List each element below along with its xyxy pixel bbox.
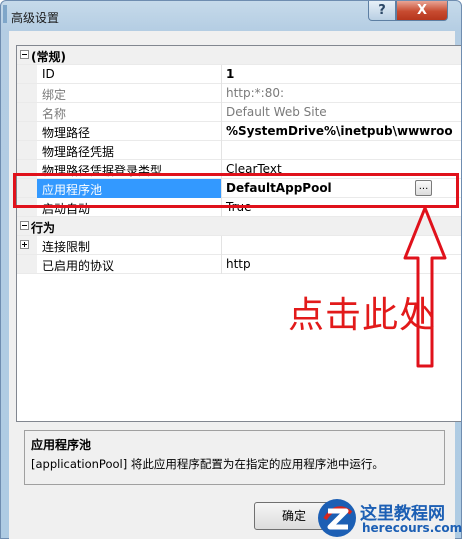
expand-icon[interactable] xyxy=(20,240,29,249)
category-label: (常规) xyxy=(31,50,66,64)
watermark-url: herecours.com xyxy=(362,521,462,535)
property-name: 连接限制 xyxy=(42,240,91,254)
property-value[interactable]: 1 xyxy=(226,67,234,81)
property-name: 绑定 xyxy=(42,88,67,102)
property-value[interactable]: %SystemDrive%\inetpub\wwwroo xyxy=(226,124,453,138)
property-row-name[interactable]: 名称 Default Web Site xyxy=(17,103,461,122)
description-pane: 应用程序池 [applicationPool] 将此应用程序配置为在指定的应用程… xyxy=(24,430,445,485)
property-name: 物理路径 xyxy=(42,126,91,140)
property-name: 名称 xyxy=(42,107,67,121)
category-behavior[interactable]: 行为 xyxy=(17,217,461,236)
annotation-text: 点击此处 xyxy=(288,295,437,336)
annotation-highlight-box xyxy=(13,173,459,208)
property-row-bindings[interactable]: 绑定 http:*:80: xyxy=(17,84,461,103)
property-value[interactable]: http:*:80: xyxy=(226,86,284,100)
property-row-enabled-protocols[interactable]: 已启用的协议 http xyxy=(17,255,461,274)
property-grid[interactable]: (常规) ID 1 绑定 http:*:80: 名称 Default Web S… xyxy=(16,45,461,422)
property-row-limits[interactable]: 连接限制 xyxy=(17,236,461,255)
watermark-logo-icon xyxy=(318,499,356,537)
property-value[interactable]: http xyxy=(226,257,251,271)
property-row-id[interactable]: ID 1 xyxy=(17,65,461,84)
property-row-physical-path[interactable]: 物理路径 %SystemDrive%\inetpub\wwwroo xyxy=(17,122,461,141)
property-name: ID xyxy=(42,67,55,81)
property-row-physical-path-credentials[interactable]: 物理路径凭据 xyxy=(17,141,461,160)
help-button[interactable]: ? xyxy=(368,1,396,21)
property-value[interactable]: Default Web Site xyxy=(226,105,327,119)
property-name: 已启用的协议 xyxy=(42,259,115,273)
category-label: 行为 xyxy=(31,221,56,235)
collapse-icon[interactable] xyxy=(20,50,29,59)
site-watermark: 这里教程网 herecours.com xyxy=(316,497,462,539)
window-icon xyxy=(3,5,7,23)
description-text: [applicationPool] 将此应用程序配置为在指定的应用程序池中运行。 xyxy=(31,457,384,471)
close-button[interactable]: X xyxy=(396,1,448,21)
window-title: 高级设置 xyxy=(11,11,60,25)
property-name: 物理路径凭据 xyxy=(42,145,115,159)
category-general[interactable]: (常规) xyxy=(17,46,461,65)
title-bar[interactable]: 高级设置 ? X xyxy=(1,1,461,31)
collapse-icon[interactable] xyxy=(20,221,29,230)
description-title: 应用程序池 xyxy=(31,438,92,452)
